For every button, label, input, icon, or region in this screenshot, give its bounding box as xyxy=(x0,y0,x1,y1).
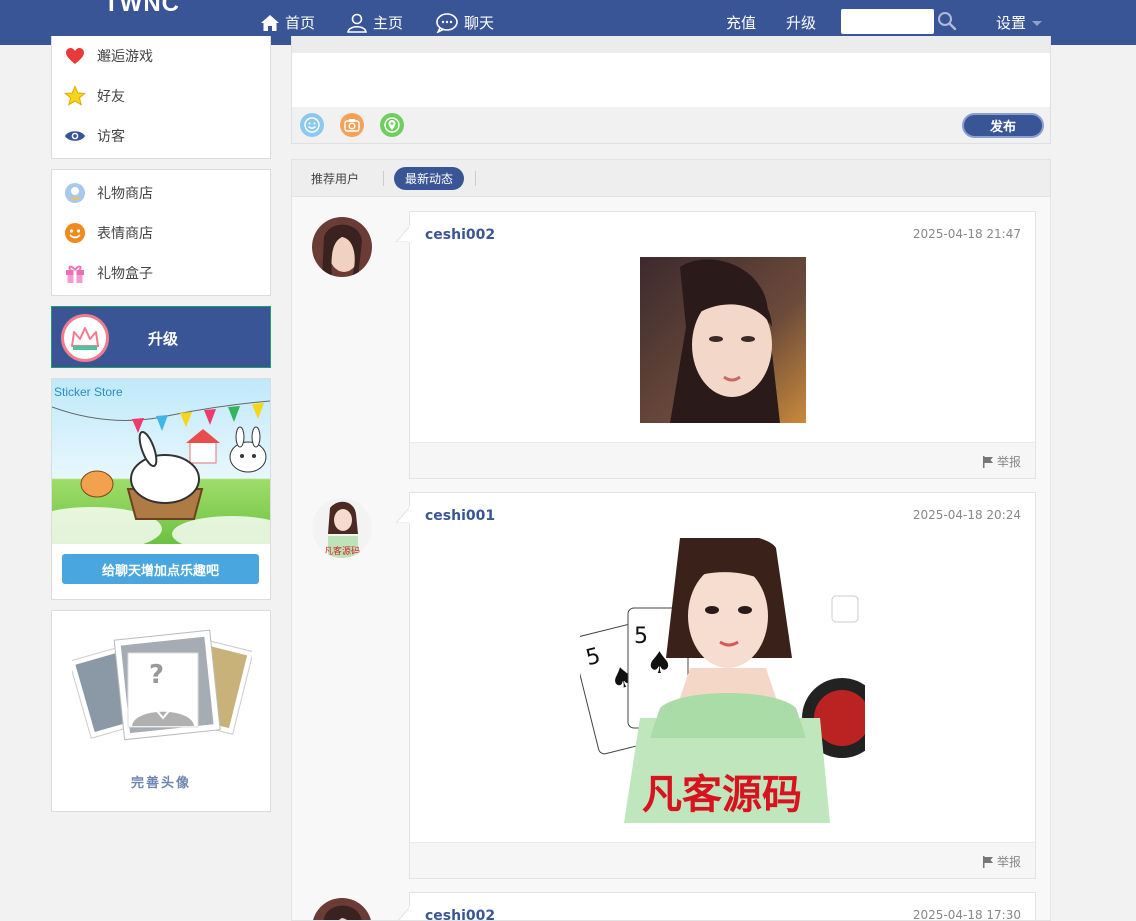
post-photo[interactable] xyxy=(640,257,806,423)
post-text-input[interactable] xyxy=(292,53,1050,107)
post-pointer xyxy=(396,226,410,242)
complete-avatar-panel: ? 完善头像 xyxy=(51,610,271,812)
sticker-store-illustration: Sticker Store xyxy=(52,379,270,544)
sidebar-item-emoji-shop[interactable]: 表情商店 xyxy=(64,221,153,245)
avatar-placeholder-illustration[interactable]: ? xyxy=(68,623,254,753)
post-pointer xyxy=(396,507,410,523)
crown-icon xyxy=(61,314,109,362)
post-footer: 举报 xyxy=(410,442,1035,478)
feed-tabs: 推荐用户 最新动态 xyxy=(292,160,1050,197)
post-composer: 发布 xyxy=(291,36,1051,144)
sidebar-item-label: 访客 xyxy=(97,129,125,145)
post-card: ceshi002 2025-04-18 21:47 举报 xyxy=(396,211,1036,479)
watermark-text: 凡客源码 xyxy=(642,771,802,818)
nav-home-label: 首页 xyxy=(285,14,316,32)
post-timestamp: 2025-04-18 17:30 xyxy=(912,908,1021,921)
sidebar-menu-social: 邂逅游戏 好友 访客 xyxy=(51,36,271,159)
tab-divider xyxy=(475,171,476,186)
sidebar-item-encounter[interactable]: 邂逅游戏 xyxy=(64,44,153,68)
complete-avatar-link[interactable]: 完善头像 xyxy=(52,772,270,791)
search-input[interactable] xyxy=(841,9,934,34)
report-label: 举报 xyxy=(996,455,1021,469)
post-author-avatar[interactable]: 凡客源码 xyxy=(312,498,372,558)
composer-toolbar: 发布 xyxy=(292,107,1050,143)
post-footer: 举报 xyxy=(410,842,1035,878)
sidebar-item-label: 礼物商店 xyxy=(97,186,153,202)
post-timestamp: 2025-04-18 20:24 xyxy=(912,508,1021,522)
nav-settings-label: 设置 xyxy=(996,14,1027,32)
sidebar-item-label: 好友 xyxy=(97,89,125,105)
svg-text:?: ? xyxy=(149,660,164,690)
sidebar-item-gift-box[interactable]: 礼物盒子 xyxy=(64,261,153,285)
upgrade-label: 升级 xyxy=(148,330,179,348)
sidebar-item-gift-shop[interactable]: 礼物商店 xyxy=(64,181,153,205)
star-icon xyxy=(64,85,86,107)
smiley-icon xyxy=(64,222,86,244)
sticker-store-title: Sticker Store xyxy=(54,385,123,399)
composer-header-strip xyxy=(292,36,1050,53)
nav-chat-label: 聊天 xyxy=(464,14,495,32)
nav-main-label: 主页 xyxy=(373,14,404,32)
post-photo[interactable]: 5 ♠ 5 ♠ 凡客源码 xyxy=(580,538,865,823)
post-username[interactable]: ceshi002 xyxy=(425,227,495,243)
post-card: ceshi002 2025-04-18 17:30 xyxy=(397,892,1036,921)
chevron-down-icon xyxy=(1032,21,1043,26)
post-author-avatar[interactable] xyxy=(312,217,372,277)
report-label: 举报 xyxy=(996,855,1021,869)
post-pointer xyxy=(397,907,410,920)
tab-recommended-users[interactable]: 推荐用户 xyxy=(305,167,365,190)
emoji-icon[interactable] xyxy=(300,113,324,137)
tab-divider xyxy=(383,171,384,186)
sidebar-item-visitors[interactable]: 访客 xyxy=(64,124,125,148)
site-logo[interactable]: TWNC xyxy=(104,0,180,16)
post-card: ceshi001 2025-04-18 20:24 5 ♠ 5 ♠ 凡客源码 举… xyxy=(396,492,1036,879)
post-author-avatar[interactable] xyxy=(312,898,372,920)
upgrade-banner[interactable]: 升级 xyxy=(51,306,271,368)
flag-icon xyxy=(982,855,993,868)
search-icon[interactable] xyxy=(937,11,957,31)
sidebar-menu-shop: 礼物商店 表情商店 礼物盒子 xyxy=(51,169,271,296)
publish-button[interactable]: 发布 xyxy=(962,113,1044,138)
sidebar-item-label: 礼物盒子 xyxy=(97,266,153,282)
sidebar-item-label: 邂逅游戏 xyxy=(97,49,153,65)
home-icon xyxy=(261,14,279,31)
post-timestamp: 2025-04-18 21:47 xyxy=(912,227,1021,241)
sidebar-item-friends[interactable]: 好友 xyxy=(64,84,125,108)
user-icon xyxy=(347,13,367,33)
camera-icon[interactable] xyxy=(340,113,364,137)
flag-icon xyxy=(982,455,993,468)
chat-bubble-icon xyxy=(436,12,458,33)
gift-shop-icon xyxy=(64,182,86,204)
report-button[interactable]: 举报 xyxy=(982,853,1021,870)
heart-icon xyxy=(64,45,86,67)
sidebar-item-label: 表情商店 xyxy=(97,226,153,242)
post-username[interactable]: ceshi002 xyxy=(425,908,495,920)
sticker-store-button[interactable]: 给聊天增加点乐趣吧 xyxy=(62,554,259,584)
eye-icon xyxy=(64,125,86,147)
report-button[interactable]: 举报 xyxy=(982,453,1021,470)
svg-text:凡客源码: 凡客源码 xyxy=(324,545,360,557)
tab-latest-activity[interactable]: 最新动态 xyxy=(394,167,464,190)
sticker-store-promo: Sticker Store 给聊天增加点乐趣吧 xyxy=(51,378,271,600)
location-icon[interactable] xyxy=(380,113,404,137)
activity-feed: 推荐用户 最新动态 ceshi002 2025-04-18 21:47 举报 凡… xyxy=(291,159,1051,921)
gift-box-icon xyxy=(64,262,86,284)
post-username[interactable]: ceshi001 xyxy=(425,508,495,524)
